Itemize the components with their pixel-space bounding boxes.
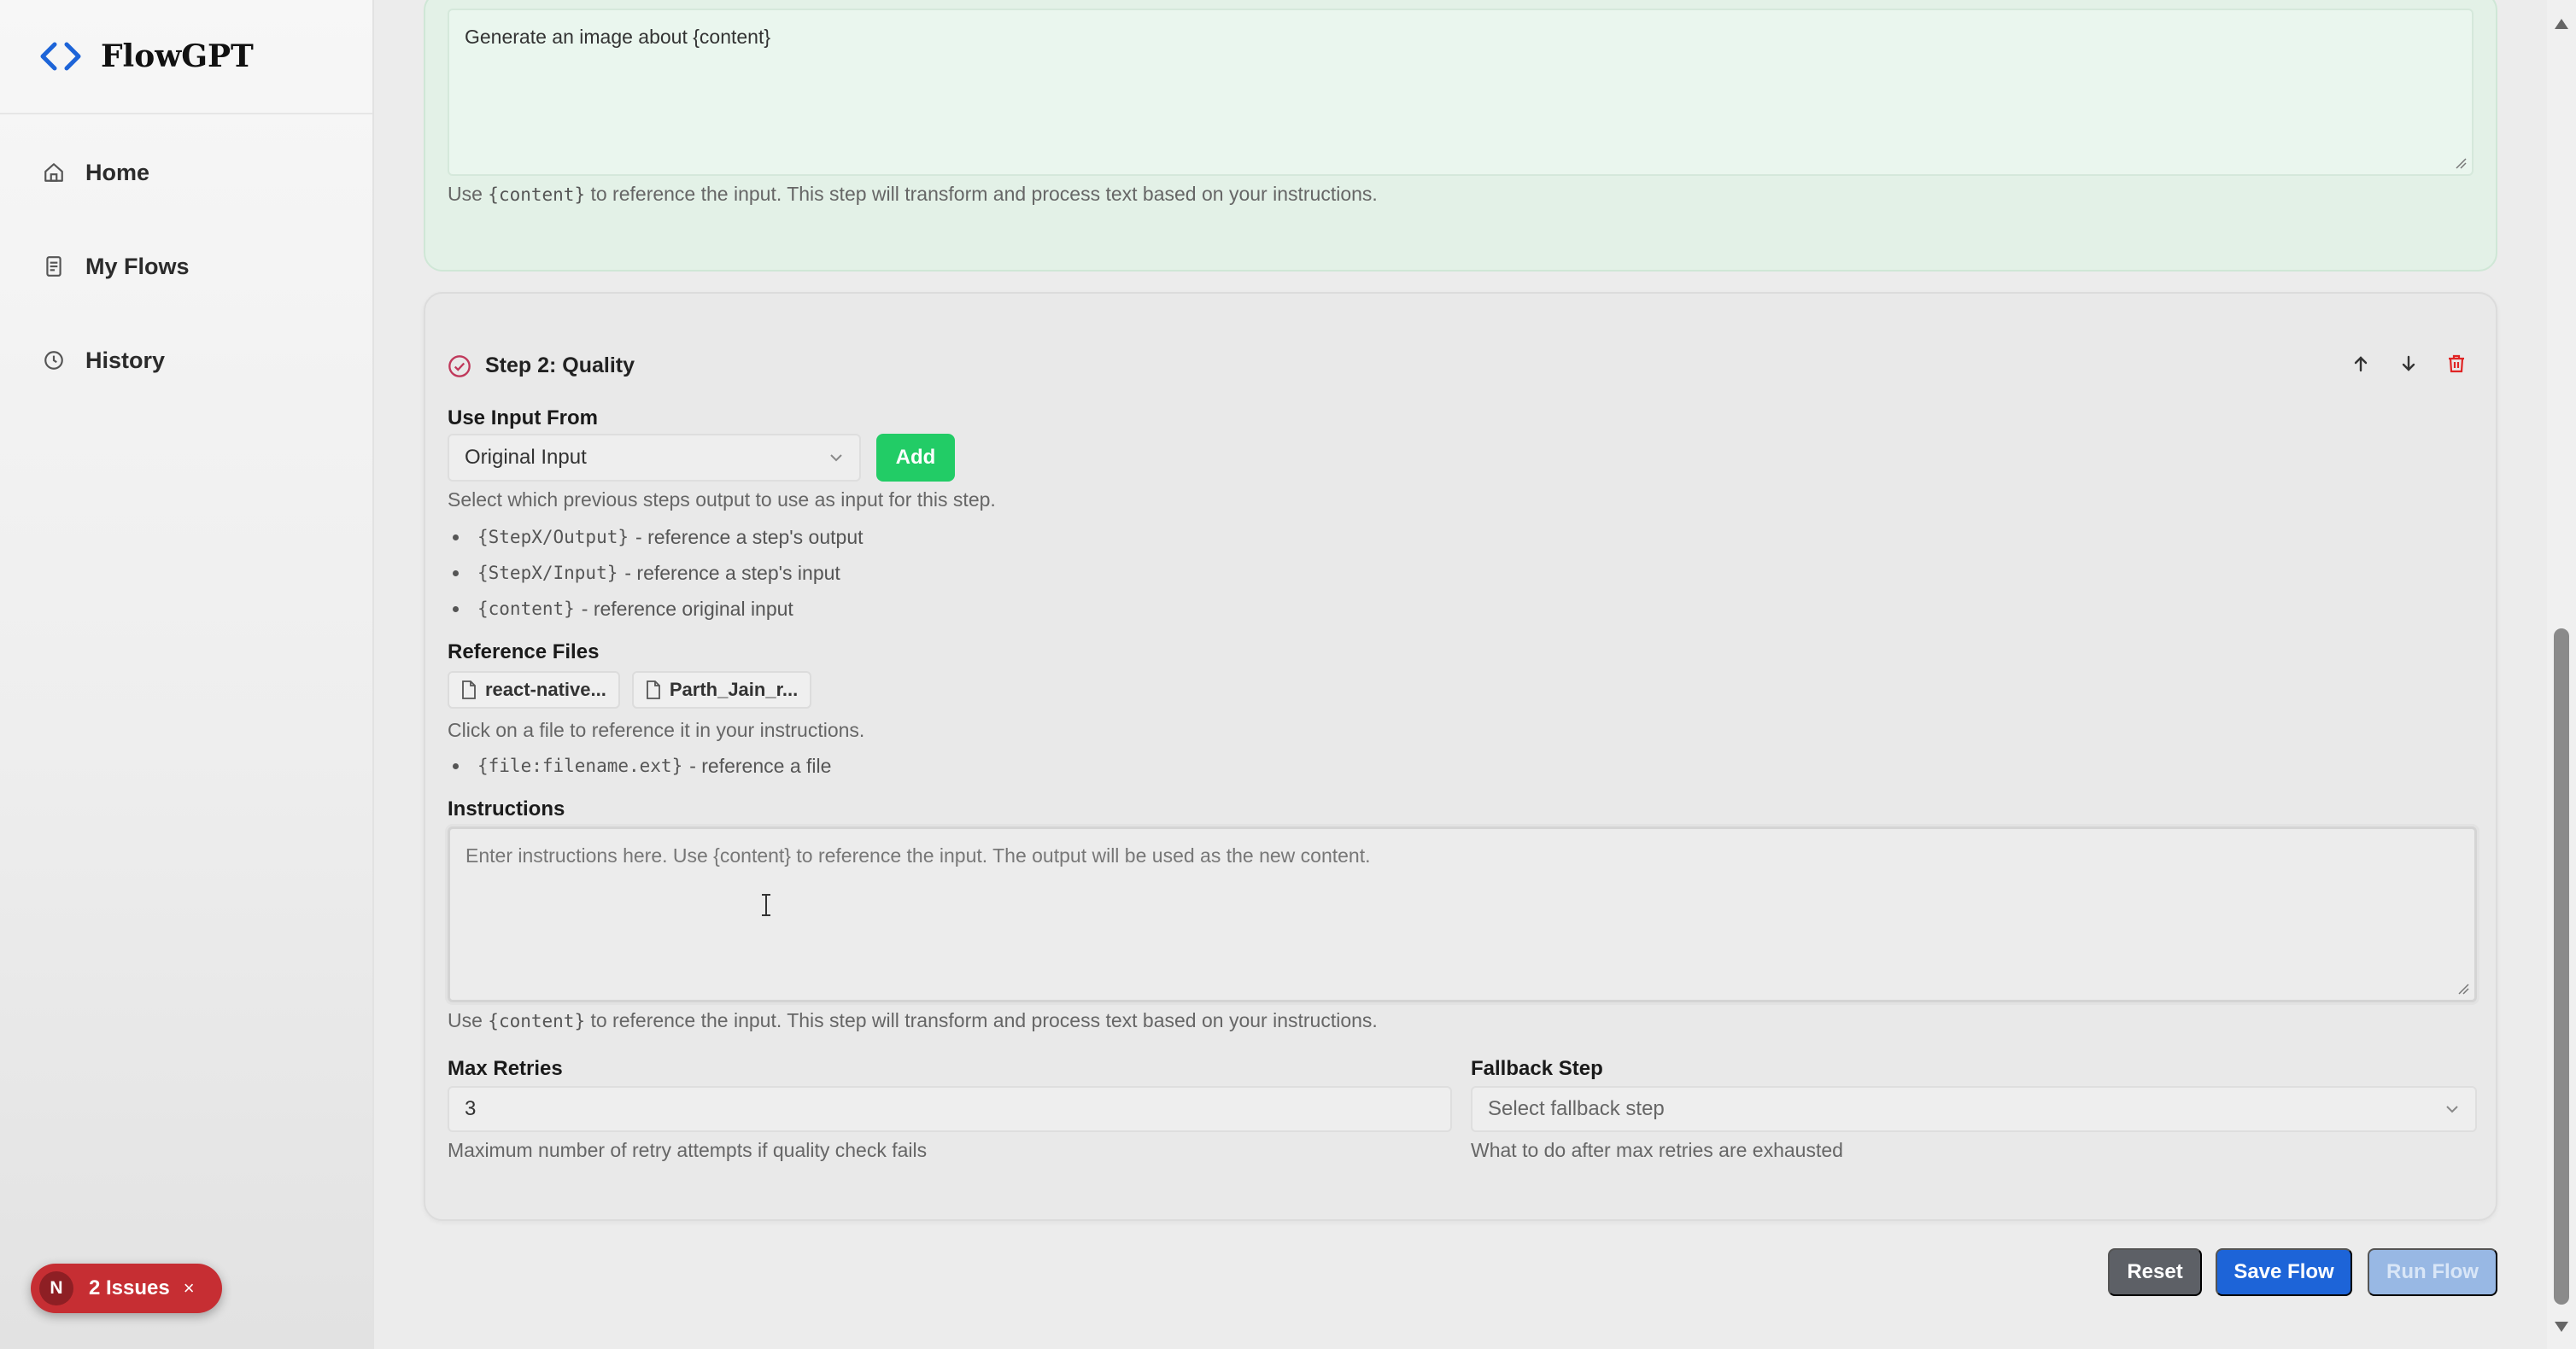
close-icon[interactable]: × xyxy=(184,1277,195,1299)
list-item: {StepX/Output} - reference a step's outpu… xyxy=(448,519,864,555)
issues-logo: N xyxy=(39,1271,73,1305)
run-flow-button[interactable]: Run Flow xyxy=(2368,1248,2497,1296)
arrow-down-icon[interactable] xyxy=(2398,353,2419,374)
sidebar-item-label: My Flows xyxy=(85,253,190,279)
list-item: {file:filename.ext} - reference a file xyxy=(448,748,831,784)
code-brackets-icon xyxy=(40,42,81,71)
resize-handle-icon xyxy=(2456,158,2467,169)
input-source-value: Original Input xyxy=(465,446,587,469)
scroll-up-icon[interactable] xyxy=(2555,19,2568,29)
max-retries-label: Max Retries xyxy=(448,1057,563,1080)
use-input-label: Use Input From xyxy=(448,406,599,429)
input-source-select[interactable]: Original Input xyxy=(448,434,861,482)
home-icon xyxy=(44,163,63,182)
instructions-placeholder: Enter instructions here. Use {content} t… xyxy=(465,844,1371,867)
sidebar-nav: Home My Flows History xyxy=(0,114,372,384)
brand-name: FlowGPT xyxy=(101,38,254,74)
instructions-label: Instructions xyxy=(448,797,565,820)
scroll-down-icon[interactable] xyxy=(2555,1322,2568,1332)
file-icon xyxy=(646,680,660,699)
issues-badge[interactable]: N 2 Issues × xyxy=(31,1264,222,1313)
sidebar-item-label: Home xyxy=(85,159,150,185)
page-scrollbar[interactable] xyxy=(2547,0,2576,1349)
arrow-up-icon[interactable] xyxy=(2351,353,2371,374)
list-item: {StepX/Input} - reference a step's input xyxy=(448,555,864,591)
max-retries-helper: Maximum number of retry attempts if qual… xyxy=(448,1139,928,1161)
trash-icon[interactable] xyxy=(2446,353,2467,374)
sidebar-item-history[interactable]: History xyxy=(0,336,372,384)
clock-icon xyxy=(44,351,63,370)
file-icon xyxy=(462,680,476,699)
instructions-helper-text: Use {content} to reference the input. Th… xyxy=(448,1009,1378,1031)
scroll-thumb[interactable] xyxy=(2554,628,2569,1305)
main-content: Generate an image about {content} Use {c… xyxy=(376,0,2545,1349)
sidebar-item-home[interactable]: Home xyxy=(0,149,372,196)
step-2-title: Step 2: Quality xyxy=(485,353,635,377)
sidebar-item-label: History xyxy=(85,347,166,373)
step-2-header: Step 2: Quality xyxy=(448,353,635,378)
resize-handle-icon xyxy=(2458,984,2469,995)
step-2-actions xyxy=(2351,353,2467,374)
file-syntax-list: {file:filename.ext} - reference a file xyxy=(448,748,831,784)
chevron-down-icon xyxy=(830,454,842,462)
step-1-card: Generate an image about {content} Use {c… xyxy=(424,0,2497,272)
files-helper-text: Click on a file to reference it in your … xyxy=(448,719,865,741)
fallback-step-helper: What to do after max retries are exhaust… xyxy=(1471,1139,1843,1161)
step-2-card: Step 2: Quality Use Input From Original … xyxy=(424,292,2497,1221)
brand[interactable]: FlowGPT xyxy=(0,0,372,114)
add-input-button[interactable]: Add xyxy=(876,434,955,482)
issues-count: 2 Issues xyxy=(89,1276,170,1299)
reset-button[interactable]: Reset xyxy=(2108,1248,2202,1296)
reference-files-label: Reference Files xyxy=(448,640,600,663)
chevron-down-icon xyxy=(2446,1106,2458,1113)
document-icon xyxy=(46,256,61,277)
save-flow-button[interactable]: Save Flow xyxy=(2216,1248,2352,1296)
reference-files-list: react-native... Parth_Jain_r... xyxy=(448,671,812,709)
reference-syntax-list: {StepX/Output} - reference a step's outpu… xyxy=(448,519,864,627)
check-circle-icon xyxy=(448,354,471,377)
step-1-instructions-textarea[interactable]: Generate an image about {content} xyxy=(448,9,2474,176)
step-1-helper-text: Use {content} to reference the input. Th… xyxy=(448,183,1378,205)
step-1-instructions-value: Generate an image about {content} xyxy=(465,26,771,48)
instructions-textarea[interactable]: Enter instructions here. Use {content} t… xyxy=(448,826,2477,1002)
list-item: {content} - reference original input xyxy=(448,591,864,627)
sidebar: FlowGPT Home My Flows History xyxy=(0,0,374,1349)
max-retries-input[interactable]: 3 xyxy=(448,1086,1452,1132)
input-helper-text: Select which previous steps output to us… xyxy=(448,488,996,511)
fallback-step-select[interactable]: Select fallback step xyxy=(1471,1086,2477,1132)
fallback-step-placeholder: Select fallback step xyxy=(1488,1097,1665,1120)
sidebar-item-my-flows[interactable]: My Flows xyxy=(0,242,372,290)
file-chip[interactable]: Parth_Jain_r... xyxy=(631,671,812,709)
fallback-step-label: Fallback Step xyxy=(1471,1057,1603,1080)
text-cursor-icon xyxy=(762,894,770,916)
file-chip[interactable]: react-native... xyxy=(448,671,620,709)
